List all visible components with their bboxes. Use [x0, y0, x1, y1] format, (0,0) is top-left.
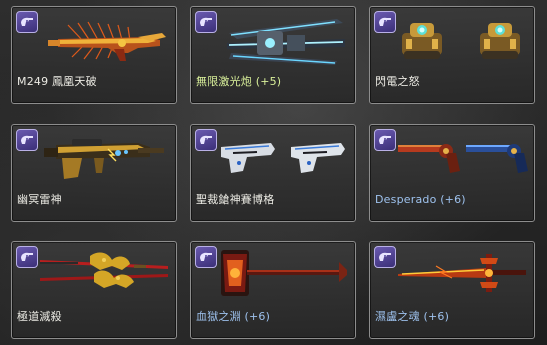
weapon-card[interactable]: 聖裁鎗神賽博格 [190, 124, 356, 222]
weapon-type-badge-icon [374, 246, 396, 268]
weapon-type-badge-icon [374, 129, 396, 151]
weapon-type-badge-icon [195, 11, 217, 33]
laser-cannon-icon [217, 13, 353, 69]
cyborg-pistol-icon [217, 131, 353, 187]
weapon-type-badge-icon [195, 246, 217, 268]
weapon-card[interactable]: 無限激光炮 (+5) [190, 6, 356, 104]
thunder-rifle-icon [38, 131, 174, 187]
weapon-card[interactable]: Desperado (+6) [369, 124, 535, 222]
desperado-revolver-icon [396, 131, 532, 187]
weapon-card[interactable]: 血獄之淵 (+6) [190, 241, 356, 339]
weapon-name: 血獄之淵 (+6) [196, 310, 271, 323]
lightning-turret-icon [396, 13, 532, 69]
weapon-type-badge-icon [374, 11, 396, 33]
weapon-card[interactable]: 閃電之怒 [369, 6, 535, 104]
weapon-name: 濕盧之魂 (+6) [375, 310, 450, 323]
weapon-card[interactable]: 濕盧之魂 (+6) [369, 241, 535, 339]
weapon-type-badge-icon [16, 129, 38, 151]
weapon-card[interactable]: M249 鳳凰天破 [11, 6, 177, 104]
weapon-card[interactable]: 幽冥雷神 [11, 124, 177, 222]
weapon-name: 聖裁鎗神賽博格 [196, 193, 275, 206]
weapon-card[interactable]: 極道滅殺 [11, 241, 177, 339]
weapon-name: M249 鳳凰天破 [17, 75, 97, 88]
flame-sword-icon [396, 248, 532, 304]
dragon-katana-icon [38, 248, 174, 304]
weapon-type-badge-icon [16, 11, 38, 33]
weapon-grid: M249 鳳凰天破 無限激光炮 (+5) 閃電之怒 幽冥雷神 聖裁鎗神賽博格 D… [0, 0, 547, 345]
phoenix-machinegun-icon [38, 13, 174, 69]
weapon-name: 幽冥雷神 [17, 193, 62, 206]
weapon-name: Desperado (+6) [375, 193, 466, 206]
weapon-type-badge-icon [195, 129, 217, 151]
weapon-type-badge-icon [16, 246, 38, 268]
weapon-name: 閃電之怒 [375, 75, 420, 88]
weapon-name: 極道滅殺 [17, 310, 62, 323]
weapon-name: 無限激光炮 (+5) [196, 75, 282, 88]
blood-hammer-icon [217, 248, 353, 304]
